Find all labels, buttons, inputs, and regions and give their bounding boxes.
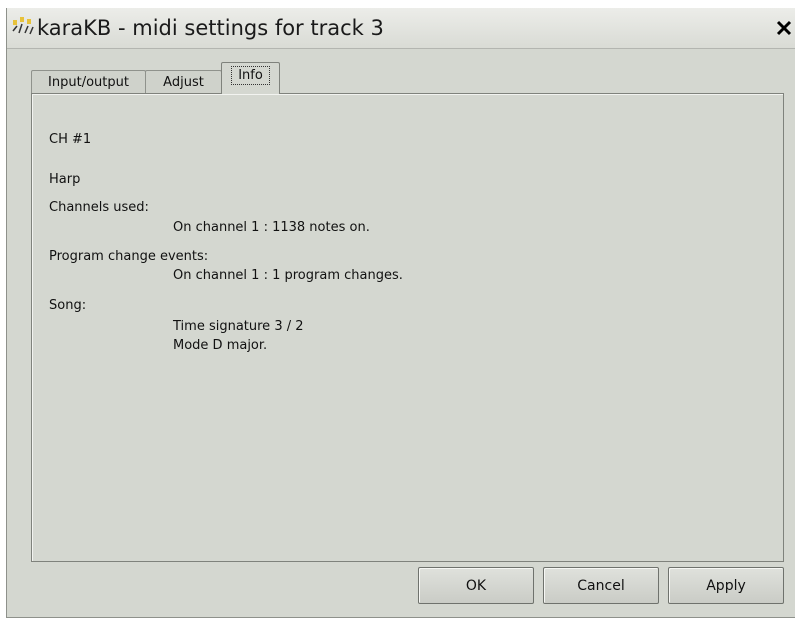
instrument-name: Harp: [49, 172, 81, 187]
ok-button-label: OK: [465, 577, 487, 594]
title-bar: karaKB - midi settings for track 3: [7, 8, 795, 49]
song-mode: Mode D major.: [173, 338, 268, 353]
info-panel: CH #1 Harp Channels used: On channel 1 :…: [31, 93, 784, 562]
song-label: Song:: [49, 298, 87, 313]
app-icon: [11, 15, 35, 37]
cancel-button-label: Cancel: [577, 577, 625, 594]
channel-label: CH #1: [49, 132, 92, 147]
tab-info[interactable]: Info: [221, 62, 280, 94]
tab-adjust[interactable]: Adjust: [145, 70, 222, 93]
program-change-value: On channel 1 : 1 program changes.: [173, 268, 403, 283]
tab-label: Adjust: [163, 74, 204, 90]
ok-button[interactable]: OK: [418, 567, 534, 604]
window-title: karaKB - midi settings for track 3: [37, 16, 384, 40]
time-signature: Time signature 3 / 2: [173, 319, 304, 334]
tab-label: Input/output: [48, 74, 129, 90]
tab-input-output[interactable]: Input/output: [31, 70, 146, 93]
apply-button[interactable]: Apply: [668, 567, 784, 604]
channels-used-label: Channels used:: [49, 200, 149, 215]
cancel-button[interactable]: Cancel: [543, 567, 659, 604]
channels-used-value: On channel 1 : 1138 notes on.: [173, 220, 370, 235]
program-change-label: Program change events:: [49, 249, 209, 264]
tab-label: Info: [231, 66, 270, 85]
dialog-window: karaKB - midi settings for track 3 Input…: [6, 8, 795, 618]
close-icon[interactable]: [775, 18, 793, 38]
apply-button-label: Apply: [706, 577, 746, 594]
